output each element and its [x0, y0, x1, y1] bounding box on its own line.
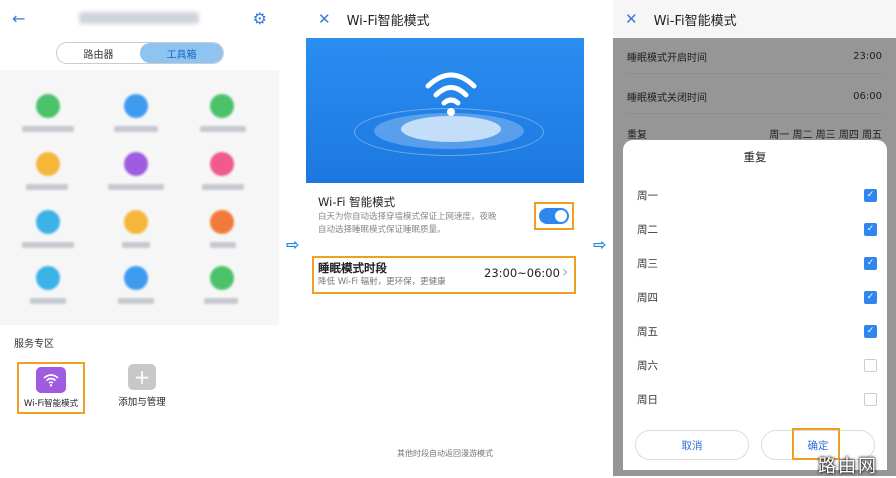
smart-mode-title: Wi-Fi 智能模式 [318, 195, 396, 209]
tool-icon[interactable] [210, 266, 234, 290]
sheet-title: 重复 [743, 150, 767, 164]
day-label: 周四 [637, 291, 658, 304]
blurred-label [26, 184, 68, 190]
toolbox-panel: ← ⚙ 路由器 工具箱 服务专区 Wi-Fi智能模式 + 添加与管理 [0, 0, 279, 476]
tab-toolbox[interactable]: 工具箱 [140, 43, 223, 63]
wifi-smart-mode-tile[interactable]: Wi-Fi智能模式 [17, 362, 85, 414]
day-row[interactable]: 周四 ✓ [623, 280, 887, 314]
tool-icon[interactable] [36, 210, 60, 234]
day-checkbox[interactable]: ✓ [864, 222, 877, 236]
repeat-sheet: 重复 周一 ✓ 周二 ✓ 周三 ✓ 周四 ✓ 周五 ✓ 周六 周日 取消 确定 [623, 140, 887, 470]
day-checkbox[interactable] [864, 358, 877, 372]
day-label: 周二 [637, 223, 658, 236]
repeat-settings-panel: ✕ Wi-Fi智能模式 睡眠模式开启时间 23:00 睡眠模式关闭时间 06:0… [613, 0, 896, 476]
day-checkbox[interactable]: ✓ [864, 324, 877, 338]
blurred-label [204, 298, 238, 304]
day-row[interactable]: 周三 ✓ [623, 246, 887, 280]
day-checkbox[interactable] [864, 392, 877, 406]
blurred-label [114, 126, 158, 132]
tool-icon[interactable] [124, 210, 148, 234]
day-checkbox[interactable]: ✓ [864, 290, 877, 304]
smart-mode-desc-line1: 白天为你自动选择穿墙模式保证上网速度，夜晚 [318, 212, 497, 222]
smart-mode-desc-line2: 自动选择睡眠模式保证睡眠质量。 [318, 225, 446, 235]
page-title: Wi-Fi智能模式 [653, 13, 737, 29]
blurred-label [122, 242, 150, 248]
back-arrow-icon[interactable]: ← [12, 9, 25, 28]
blurred-label [200, 126, 246, 132]
day-label: 周三 [637, 257, 658, 270]
wifi-icon [36, 367, 66, 393]
tool-icon[interactable] [210, 152, 234, 176]
flow-arrow-icon: ⇨ [593, 235, 607, 254]
day-checkbox[interactable]: ✓ [864, 256, 877, 270]
close-icon[interactable]: ✕ [318, 10, 331, 28]
day-row[interactable]: 周二 ✓ [623, 212, 887, 246]
wifi-signal-icon [425, 72, 477, 116]
blurred-tool-grid [0, 70, 279, 325]
day-checkbox[interactable]: ✓ [864, 188, 877, 202]
day-row[interactable]: 周五 ✓ [623, 314, 887, 348]
day-label: 周六 [637, 359, 658, 372]
watermark: 路由网 [818, 456, 878, 477]
day-label: 周五 [637, 325, 658, 338]
blurred-label [108, 184, 164, 190]
wifi-smart-mode-label: Wi-Fi智能模式 [23, 399, 79, 409]
tool-icon[interactable] [124, 152, 148, 176]
hero-illustration [306, 38, 584, 183]
top-bar: ← ⚙ [0, 0, 279, 36]
day-row[interactable]: 周一 ✓ [623, 178, 887, 212]
flow-arrow-icon: ⇨ [286, 235, 300, 254]
sleep-range-row[interactable] [312, 256, 576, 294]
day-row[interactable]: 周日 [623, 382, 887, 416]
day-label: 周一 [637, 189, 658, 202]
segmented-tabs: 路由器 工具箱 [56, 42, 224, 64]
close-icon[interactable]: ✕ [625, 10, 638, 28]
page-title: Wi-Fi智能模式 [346, 13, 430, 29]
day-label: 周日 [637, 393, 658, 406]
blurred-label [210, 242, 236, 248]
cancel-button[interactable]: 取消 [635, 430, 749, 460]
smart-mode-toggle[interactable] [539, 208, 569, 224]
tab-router[interactable]: 路由器 [57, 43, 140, 63]
tool-icon[interactable] [36, 152, 60, 176]
blurred-label [202, 184, 244, 190]
day-row[interactable]: 周六 [623, 348, 887, 382]
wifi-smart-mode-panel: ✕ Wi-Fi智能模式 Wi-Fi 智能模式 白天为你自动选择穿墙模式保证上网速… [306, 0, 584, 476]
tool-icon[interactable] [36, 94, 60, 118]
header: ✕ Wi-Fi智能模式 [613, 0, 896, 38]
blurred-label [30, 298, 66, 304]
tool-icon[interactable] [210, 210, 234, 234]
footnote: 其他时段自动返回漫游模式 [397, 449, 493, 458]
blurred-label [22, 242, 74, 248]
tool-icon[interactable] [124, 94, 148, 118]
blurred-label [118, 298, 154, 304]
service-section-title: 服务专区 [14, 339, 54, 350]
settings-gear-icon[interactable]: ⚙ [253, 9, 267, 28]
plus-icon: + [128, 364, 156, 390]
tool-icon[interactable] [124, 266, 148, 290]
header: ✕ Wi-Fi智能模式 [306, 0, 584, 38]
toggle-highlight [534, 202, 574, 230]
add-manage-tile[interactable]: + 添加与管理 [112, 364, 172, 408]
tool-icon[interactable] [36, 266, 60, 290]
blurred-title [79, 12, 200, 24]
blurred-label [22, 126, 74, 132]
tool-icon[interactable] [210, 94, 234, 118]
add-manage-label: 添加与管理 [118, 397, 166, 408]
